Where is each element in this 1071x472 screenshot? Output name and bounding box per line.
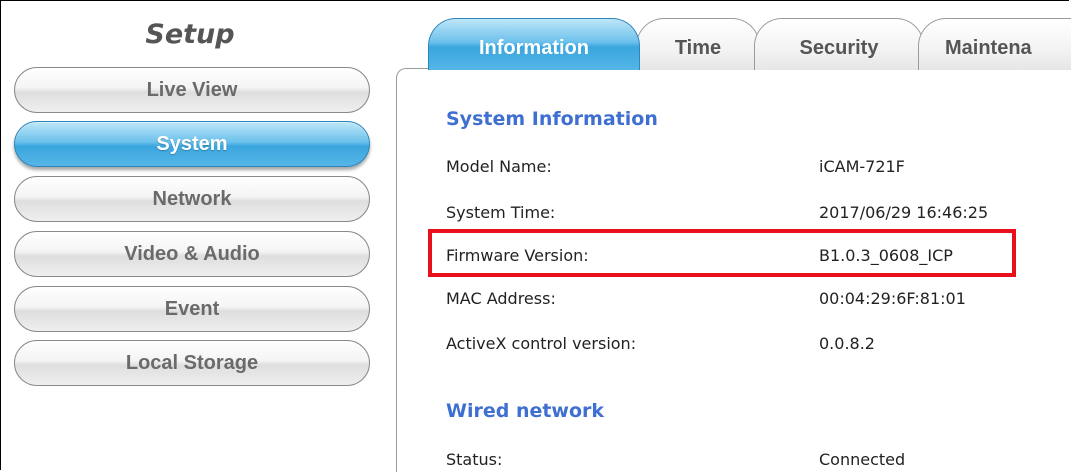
tab-security[interactable]: Security [754, 18, 924, 70]
sidebar-item-system[interactable]: System [14, 121, 370, 167]
sidebar-item-local-storage[interactable]: Local Storage [14, 340, 370, 386]
row-value-mac-address: 00:04:29:6F:81:01 [819, 289, 966, 308]
section-title-system-information: System Information [446, 108, 658, 130]
sidebar-item-video-audio[interactable]: Video & Audio [14, 231, 370, 277]
row-label-activex-version: ActiveX control version: [446, 334, 637, 353]
tab-label: Security [799, 37, 879, 59]
row-value-status: Connected [819, 450, 906, 469]
sidebar-item-label: Video & Audio [124, 243, 260, 265]
tab-label: Information [479, 37, 589, 59]
sidebar-item-label: Network [152, 188, 232, 210]
sidebar-item-event[interactable]: Event [14, 286, 370, 332]
row-value-activex-version: 0.0.8.2 [819, 334, 875, 353]
sidebar-item-network[interactable]: Network [14, 176, 370, 222]
sidebar-item-label: Event [164, 298, 220, 320]
sidebar-title: Setup [145, 19, 235, 50]
row-value-system-time: 2017/06/29 16:46:25 [819, 203, 989, 222]
tab-bar: Information Time Security Maintena [428, 0, 1071, 72]
row-label-model-name: Model Name: [446, 157, 552, 176]
tab-time[interactable]: Time [636, 18, 760, 70]
sidebar-item-label: Live View [146, 79, 238, 101]
section-title-wired-network: Wired network [446, 400, 605, 422]
sidebar-item-label: Local Storage [125, 352, 259, 374]
tab-label: Time [674, 37, 722, 59]
sidebar-item-label: System [156, 133, 228, 155]
row-label-status: Status: [446, 450, 503, 469]
row-value-model-name: iCAM-721F [819, 157, 905, 176]
tab-label: Maintena [945, 37, 1032, 59]
row-label-mac-address: MAC Address: [446, 289, 556, 308]
row-label-system-time: System Time: [446, 203, 556, 222]
tab-information[interactable]: Information [428, 18, 640, 70]
sidebar-item-live-view[interactable]: Live View [14, 67, 370, 113]
setup-sidebar: Setup Live View System Network Video & A… [0, 0, 380, 472]
row-value-firmware-version: B1.0.3_0608_ICP [819, 246, 953, 265]
row-label-firmware-version: Firmware Version: [446, 246, 589, 265]
tab-maintenance[interactable]: Maintena [918, 18, 1071, 70]
